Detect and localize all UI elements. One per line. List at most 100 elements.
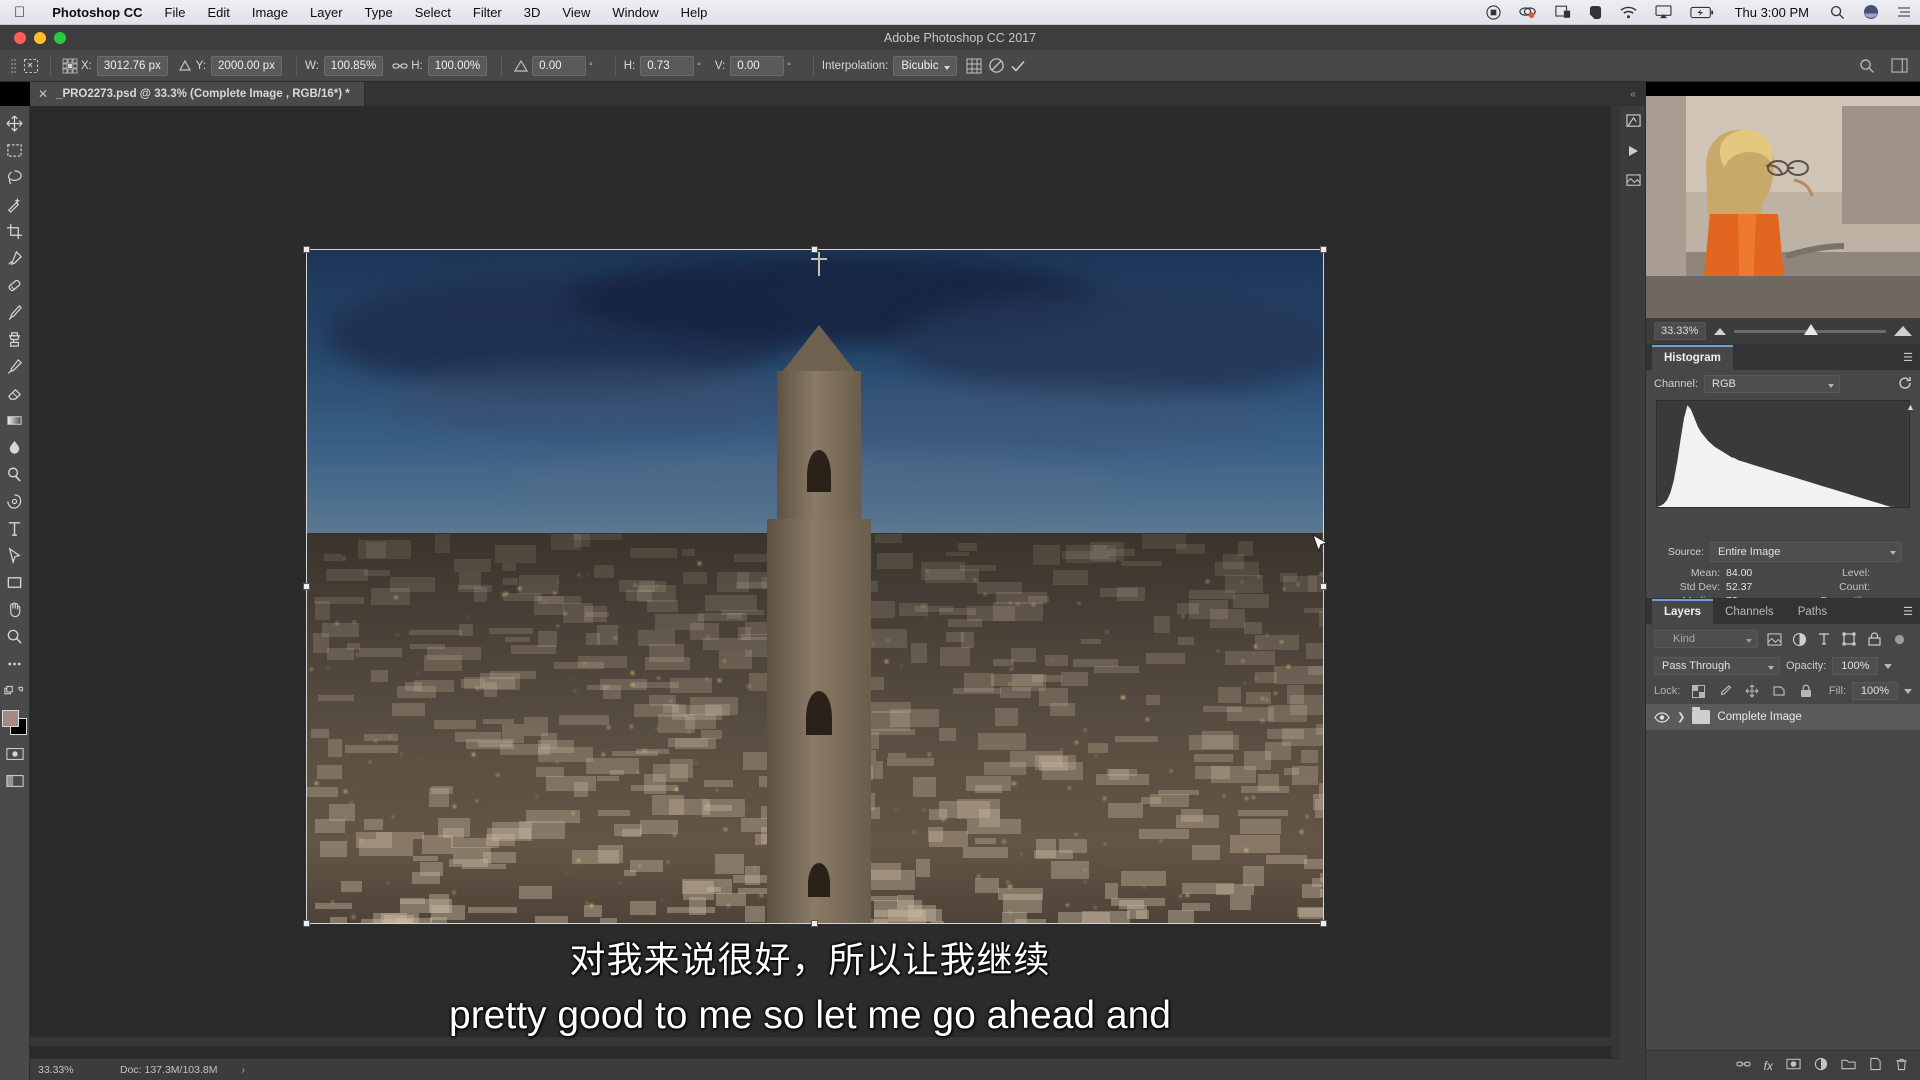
apple-logo-icon[interactable]:  — [14, 5, 25, 20]
battery-icon[interactable] — [1681, 6, 1723, 19]
workspace-switcher-icon[interactable] — [1888, 55, 1910, 77]
minimize-window-button[interactable] — [34, 31, 46, 44]
x-input[interactable]: 3012.76 px — [96, 55, 168, 76]
menu-item-select[interactable]: Select — [404, 5, 462, 20]
menu-item-edit[interactable]: Edit — [196, 5, 240, 20]
canvas-area[interactable] — [30, 106, 1620, 1068]
filter-adjustment-icon[interactable] — [1790, 630, 1808, 648]
table-row[interactable]: ❯ Complete Image — [1646, 704, 1920, 730]
opacity-stepper[interactable] — [1884, 663, 1893, 669]
menu-item-type[interactable]: Type — [354, 5, 404, 20]
layer-name[interactable]: Complete Image — [1717, 711, 1801, 723]
zoom-slider-thumb[interactable] — [1803, 323, 1818, 335]
panel-menu-icon[interactable]: ☰ — [1903, 605, 1914, 618]
type-tool[interactable] — [1, 515, 29, 542]
lock-artboard-icon[interactable] — [1770, 682, 1788, 700]
commit-transform-icon[interactable] — [1007, 55, 1029, 77]
eyedropper-tool[interactable] — [1, 245, 29, 272]
notification-center-icon[interactable] — [1888, 6, 1920, 18]
play-icon[interactable] — [1620, 136, 1646, 166]
move-tool[interactable] — [1, 110, 29, 137]
fill-input[interactable]: 100% — [1852, 682, 1898, 700]
channel-dropdown[interactable]: RGB — [1704, 375, 1841, 393]
navigator-preview[interactable] — [1646, 96, 1920, 318]
zoom-slider-track[interactable] — [1734, 323, 1886, 335]
blend-mode-dropdown[interactable]: Pass Through — [1654, 657, 1780, 675]
y-input[interactable]: 2000.00 px — [211, 55, 282, 76]
canvas-vertical-scrollbar[interactable] — [1611, 106, 1620, 1068]
filter-type-icon[interactable] — [1815, 630, 1833, 648]
adjustments-icon[interactable] — [1620, 166, 1646, 196]
quick-selection-tool[interactable] — [1, 191, 29, 218]
tab-layers[interactable]: Layers — [1652, 599, 1714, 624]
options-bar-grip[interactable] — [6, 55, 20, 77]
color-control-buttons[interactable] — [1, 677, 29, 704]
source-dropdown[interactable]: Entire Image — [1710, 542, 1902, 562]
layer-style-fx-icon[interactable]: fx — [1764, 1059, 1773, 1073]
maximize-window-button[interactable] — [54, 31, 66, 44]
maintain-aspect-ratio-icon[interactable] — [389, 55, 411, 77]
menu-item-view[interactable]: View — [551, 5, 601, 20]
pen-tool[interactable] — [1, 488, 29, 515]
filter-shape-icon[interactable] — [1840, 630, 1858, 648]
new-adjustment-layer-icon[interactable] — [1814, 1057, 1828, 1074]
spotlight-search-icon[interactable] — [1821, 5, 1854, 20]
new-group-icon[interactable] — [1841, 1058, 1856, 1073]
status-zoom-level[interactable]: 33.33% — [30, 1064, 106, 1076]
edit-toolbar-button[interactable] — [1, 650, 29, 677]
opacity-input[interactable]: 100% — [1832, 657, 1879, 675]
add-layer-mask-icon[interactable] — [1786, 1058, 1801, 1073]
wifi-icon[interactable] — [1611, 6, 1646, 19]
layer-filter-kind-dropdown[interactable]: Kind — [1654, 630, 1758, 648]
relative-position-icon[interactable] — [174, 55, 196, 77]
height-input[interactable]: 100.00% — [427, 55, 488, 76]
lock-image-pixels-icon[interactable] — [1716, 682, 1734, 700]
panel-menu-icon[interactable]: ☰ — [1903, 351, 1914, 364]
menu-item-file[interactable]: File — [154, 5, 197, 20]
menu-item-filter[interactable]: Filter — [462, 5, 513, 20]
eraser-tool[interactable] — [1, 380, 29, 407]
lock-all-icon[interactable] — [1797, 682, 1815, 700]
close-window-button[interactable] — [14, 31, 26, 44]
menu-app-name[interactable]: Photoshop CC — [41, 5, 153, 20]
library-icon[interactable] — [1620, 106, 1646, 136]
menu-item-window[interactable]: Window — [601, 5, 669, 20]
dropbox-icon[interactable] — [1510, 5, 1546, 20]
user-avatar-icon[interactable] — [1854, 4, 1888, 20]
rectangle-tool[interactable] — [1, 569, 29, 596]
rectangular-marquee-tool[interactable] — [1, 137, 29, 164]
new-layer-icon[interactable] — [1869, 1057, 1882, 1074]
blur-tool[interactable] — [1, 434, 29, 461]
tab-channels[interactable]: Channels — [1713, 601, 1786, 624]
cached-data-warning-icon[interactable]: ▲ — [1906, 402, 1915, 412]
tab-paths[interactable]: Paths — [1785, 601, 1840, 624]
skew-v-input[interactable]: 0.00 — [730, 55, 785, 76]
hand-tool[interactable] — [1, 596, 29, 623]
menu-bar-clock[interactable]: Thu 3:00 PM — [1723, 5, 1821, 20]
crop-tool[interactable] — [1, 218, 29, 245]
tab-histogram[interactable]: Histogram — [1652, 345, 1733, 370]
angle-input[interactable]: 0.00 — [532, 55, 587, 76]
brush-tool[interactable] — [1, 299, 29, 326]
filter-pixel-icon[interactable] — [1765, 630, 1783, 648]
dodge-tool[interactable] — [1, 461, 29, 488]
quick-mask-icon[interactable] — [1, 740, 29, 767]
record-icon[interactable] — [1477, 4, 1510, 20]
airplay-icon[interactable] — [1646, 5, 1681, 19]
fill-stepper[interactable] — [1904, 688, 1912, 694]
lock-transparency-icon[interactable] — [1689, 682, 1707, 700]
history-brush-tool[interactable] — [1, 353, 29, 380]
gradient-tool[interactable] — [1, 407, 29, 434]
foreground-color-swatch[interactable] — [1, 710, 19, 727]
filter-smart-object-icon[interactable] — [1865, 630, 1883, 648]
evernote-icon[interactable] — [1580, 5, 1611, 20]
zoom-out-icon[interactable] — [1714, 327, 1726, 335]
document-tab[interactable]: ✕ _PRO2273.psd @ 33.3% (Complete Image ,… — [30, 82, 365, 106]
screen-mode-icon[interactable] — [1, 767, 29, 794]
menu-item-3d[interactable]: 3D — [513, 5, 552, 20]
status-menu-arrow-icon[interactable]: › — [217, 1064, 245, 1076]
cancel-transform-icon[interactable] — [985, 55, 1007, 77]
zoom-in-icon[interactable] — [1894, 326, 1912, 336]
spot-healing-brush-tool[interactable] — [1, 272, 29, 299]
lock-position-icon[interactable] — [1743, 682, 1761, 700]
